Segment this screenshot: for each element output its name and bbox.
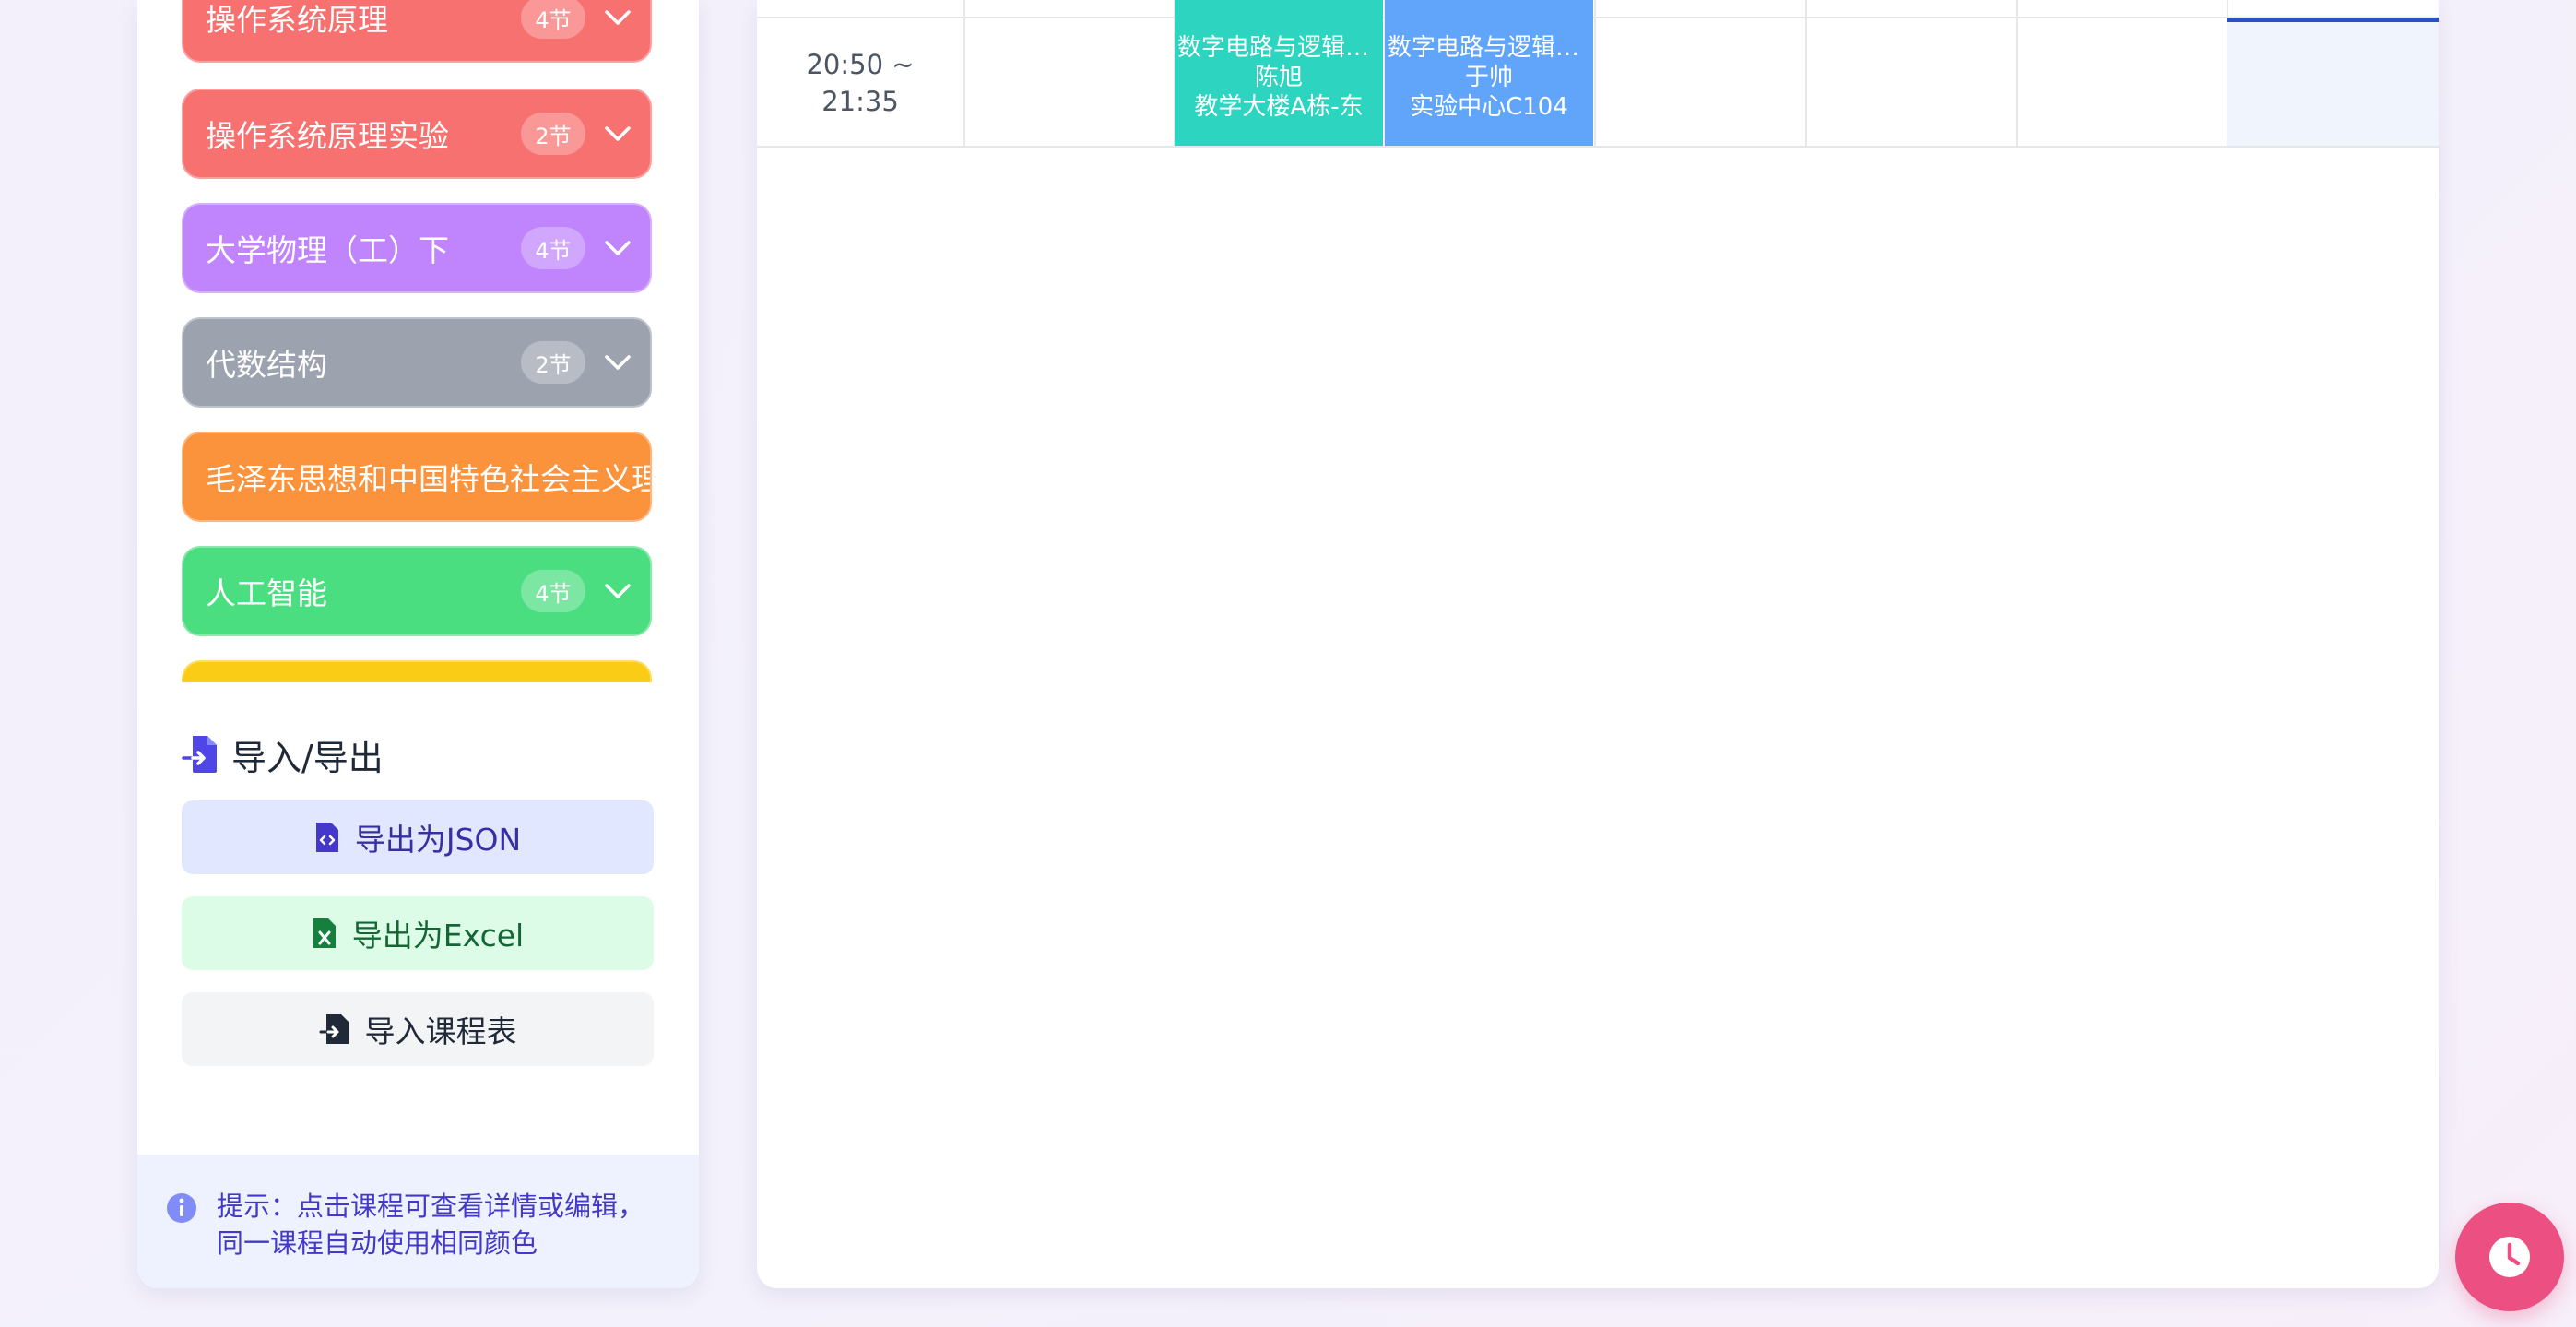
course-item-os-lab[interactable]: 操作系统原理实验 2节 <box>182 89 652 179</box>
class-room: 教学大楼A栋-东 <box>1194 93 1364 121</box>
course-item-mao[interactable]: 毛泽东思想和中国特色社会主义理论体系概论 <box>182 432 652 522</box>
clock-fab-button[interactable] <box>2455 1203 2564 1311</box>
class-teacher: 陈旭 <box>1254 64 1303 91</box>
grid-line <box>1805 0 1807 148</box>
course-name: 人工智能 <box>206 575 327 611</box>
course-hours-badge: 2节 <box>521 341 585 384</box>
course-item-algebra[interactable]: 代数结构 2节 <box>182 317 652 408</box>
chevron-down-icon[interactable] <box>602 575 633 607</box>
timetable-row-last: 20:50 ~ 21:35 数字电路与逻辑设计 陈旭 教学大楼A栋-东 数字电路… <box>757 0 2439 148</box>
course-hours-badge: 4节 <box>521 0 585 39</box>
course-item-partial[interactable] <box>182 660 652 682</box>
time-slot-label: 20:50 ~ 21:35 <box>757 18 963 148</box>
course-list: 操作系统原理 4节 操作系统原理实验 2节 大学物理（工）下 4节 代数结构 2… <box>182 0 656 682</box>
io-title-text: 导入/导出 <box>231 737 384 778</box>
grid-line <box>1594 0 1596 148</box>
class-block-digital-circuits-1[interactable]: 数字电路与逻辑设计 陈旭 教学大楼A栋-东 <box>1175 0 1383 146</box>
export-excel-label: 导出为Excel <box>351 918 525 954</box>
chevron-down-icon[interactable] <box>602 232 633 264</box>
io-section-title: 导入/导出 <box>182 731 384 778</box>
grid-line <box>757 146 2439 148</box>
course-name: 操作系统原理实验 <box>206 118 449 154</box>
course-hours-badge: 4节 <box>521 570 585 612</box>
today-column-highlight <box>2227 18 2439 146</box>
export-excel-button[interactable]: 导出为Excel <box>182 896 654 970</box>
info-icon <box>167 1193 196 1223</box>
class-room: 实验中心C104 <box>1410 93 1568 121</box>
export-json-button[interactable]: 导出为JSON <box>182 800 654 874</box>
grid-line <box>963 0 965 148</box>
course-item-physics[interactable]: 大学物理（工）下 4节 <box>182 203 652 293</box>
class-block-digital-circuits-2[interactable]: 数字电路与逻辑设计 于帅 实验中心C104 <box>1385 0 1593 146</box>
import-timetable-label: 导入课程表 <box>364 1013 517 1049</box>
course-name: 大学物理（工）下 <box>206 232 449 268</box>
chevron-down-icon[interactable] <box>602 118 633 149</box>
course-item-os-theory[interactable]: 操作系统原理 4节 <box>182 0 652 63</box>
class-title: 数字电路与逻辑设计 <box>1177 34 1380 62</box>
time-end: 21:35 <box>821 86 899 117</box>
course-name: 毛泽东思想和中国特色社会主义理论体系概论 <box>206 461 650 497</box>
course-name: 代数结构 <box>206 347 327 383</box>
chevron-down-icon[interactable] <box>602 347 633 378</box>
class-title: 数字电路与逻辑设计 <box>1388 34 1590 62</box>
grid-line <box>2016 0 2018 148</box>
file-code-icon <box>315 823 338 852</box>
course-item-ai[interactable]: 人工智能 4节 <box>182 546 652 636</box>
clock-icon <box>2489 1237 2530 1277</box>
file-excel-icon <box>313 918 336 948</box>
class-teacher: 于帅 <box>1464 64 1513 91</box>
course-hours-badge: 4节 <box>521 227 585 269</box>
current-time-indicator <box>2227 18 2439 22</box>
tip-text: 提示：点击课程可查看详情或编辑，同一课程自动使用相同颜色 <box>217 1191 645 1259</box>
course-hours-badge: 2节 <box>521 113 585 155</box>
timetable-panel: 20:50 ~ 21:35 数字电路与逻辑设计 陈旭 教学大楼A栋-东 数字电路… <box>757 0 2439 1288</box>
grid-line <box>757 17 2439 18</box>
sidebar: 操作系统原理 4节 操作系统原理实验 2节 大学物理（工）下 4节 代数结构 2… <box>137 0 699 1288</box>
course-name: 操作系统原理 <box>206 2 388 38</box>
chevron-down-icon[interactable] <box>602 2 633 33</box>
export-json-label: 导出为JSON <box>354 822 522 858</box>
time-start: 20:50 ~ <box>806 49 915 80</box>
tip-box: 提示：点击课程可查看详情或编辑，同一课程自动使用相同颜色 <box>137 1155 699 1288</box>
file-import-icon <box>319 1014 349 1044</box>
import-timetable-button[interactable]: 导入课程表 <box>182 992 654 1066</box>
file-import-icon <box>182 736 217 773</box>
